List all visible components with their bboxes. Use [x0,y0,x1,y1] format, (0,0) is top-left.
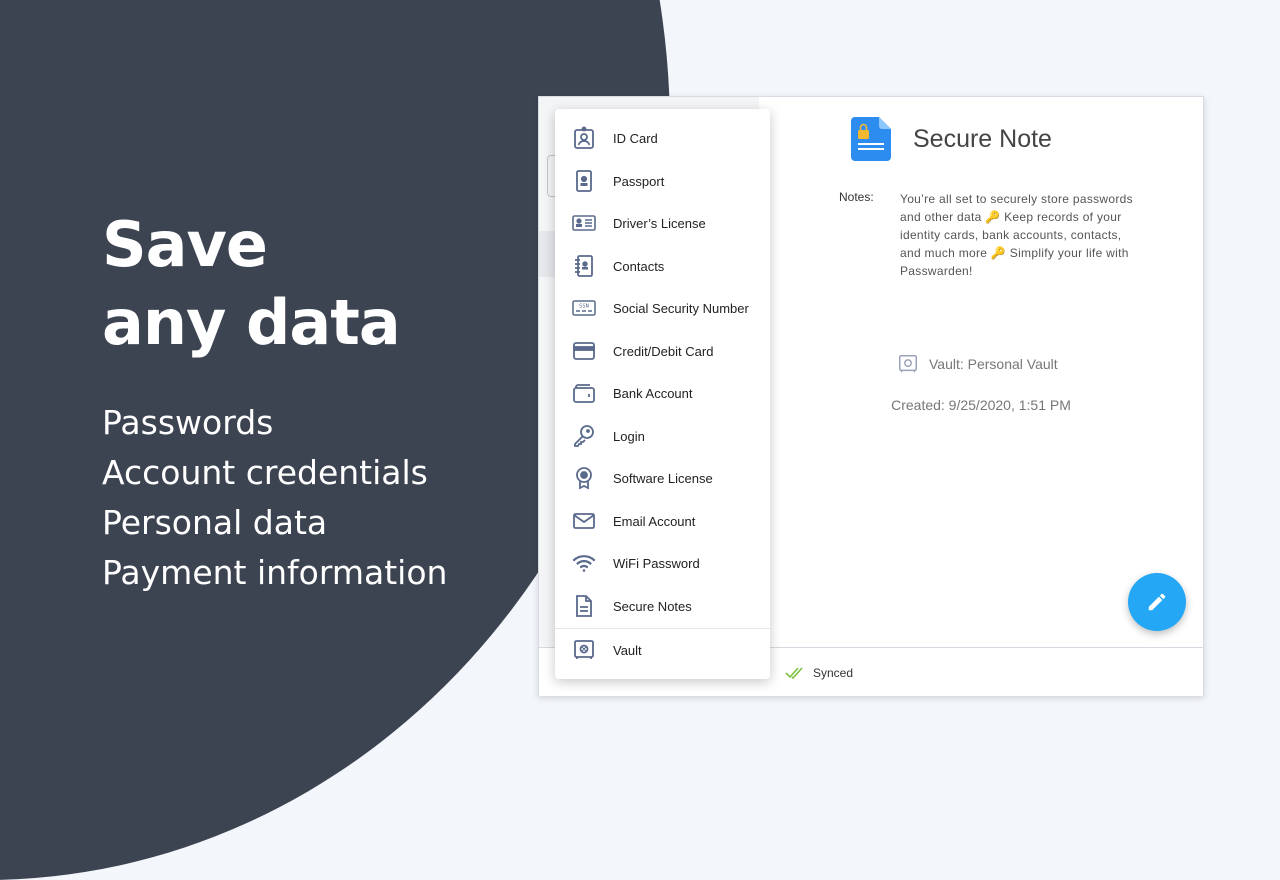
hero-title-line1: Save [102,208,268,281]
created-date: Created: 9/25/2020, 1:51 PM [891,397,1071,413]
svg-text:SSN: SSN [579,304,589,310]
menu-item-email-account[interactable]: Email Account [555,500,770,542]
key-icon [574,425,594,447]
vault-label: Vault: Personal Vault [929,356,1058,372]
menu-item-label: ID Card [613,130,658,146]
menu-item-credit-card[interactable]: Credit/Debit Card [555,330,770,372]
credit-card-icon [573,342,595,360]
add-item-menu: ID Card Passport Driver’s License Contac… [555,109,770,679]
menu-item-label: Email Account [613,513,696,529]
item-detail: Secure Note Notes: You’re all set to sec… [759,97,1203,647]
menu-item-secure-notes[interactable]: Secure Notes [555,585,770,627]
menu-item-label: Vault [613,642,642,658]
safe-icon [899,355,917,373]
detail-header: Secure Note [851,117,1052,161]
menu-item-label: Driver’s License [613,215,706,231]
menu-item-id-card[interactable]: ID Card [555,117,770,159]
hero: Save any data Passwords Account credenti… [102,206,447,598]
wifi-icon [572,555,596,572]
menu-item-contacts[interactable]: Contacts [555,245,770,287]
feature-item: Personal data [102,503,328,542]
menu-item-bank-account[interactable]: Bank Account [555,372,770,414]
menu-item-login[interactable]: Login [555,415,770,457]
feature-list: Passwords Account credentials Personal d… [102,398,447,598]
secure-note-icon [851,117,891,161]
hero-title-line2: any data [102,286,401,359]
menu-item-ssn[interactable]: SSN Social Security Number [555,287,770,329]
double-check-icon [785,667,803,679]
award-icon [576,467,592,490]
safe-icon [574,640,594,659]
menu-item-vault[interactable]: Vault [555,629,770,671]
detail-title: Secure Note [913,124,1052,153]
menu-item-software-license[interactable]: Software License [555,457,770,499]
menu-item-wifi-password[interactable]: WiFi Password [555,542,770,584]
menu-item-label: Software License [613,470,713,486]
contacts-icon [575,255,593,277]
ssn-icon: SSN [572,300,596,316]
menu-item-label: Login [613,428,645,444]
drivers-license-icon [572,215,596,231]
menu-item-label: Passport [613,173,665,189]
passport-icon [576,170,592,192]
edit-button[interactable] [1128,573,1186,631]
envelope-icon [573,513,595,529]
sync-status-label: Synced [813,666,854,680]
document-icon [576,595,592,617]
feature-item: Payment information [102,553,448,592]
menu-item-drivers-license[interactable]: Driver’s License [555,202,770,244]
menu-item-label: Bank Account [613,385,693,401]
vault-info: Vault: Personal Vault [897,353,1058,375]
menu-item-label: WiFi Password [613,555,700,571]
notes-label: Notes: [839,190,874,204]
menu-item-label: Secure Notes [613,598,692,614]
menu-item-passport[interactable]: Passport [555,160,770,202]
pencil-icon [1148,593,1166,611]
notes-text: You’re all set to securely store passwor… [900,192,1133,278]
sync-status: Synced [785,666,853,680]
menu-item-label: Social Security Number [613,300,749,316]
wallet-icon [573,384,595,403]
id-card-icon [574,126,594,149]
menu-item-label: Contacts [613,258,665,274]
hero-title: Save any data [102,206,447,362]
feature-item: Account credentials [102,453,428,492]
menu-item-label: Credit/Debit Card [613,343,714,359]
feature-item: Passwords [102,403,274,442]
